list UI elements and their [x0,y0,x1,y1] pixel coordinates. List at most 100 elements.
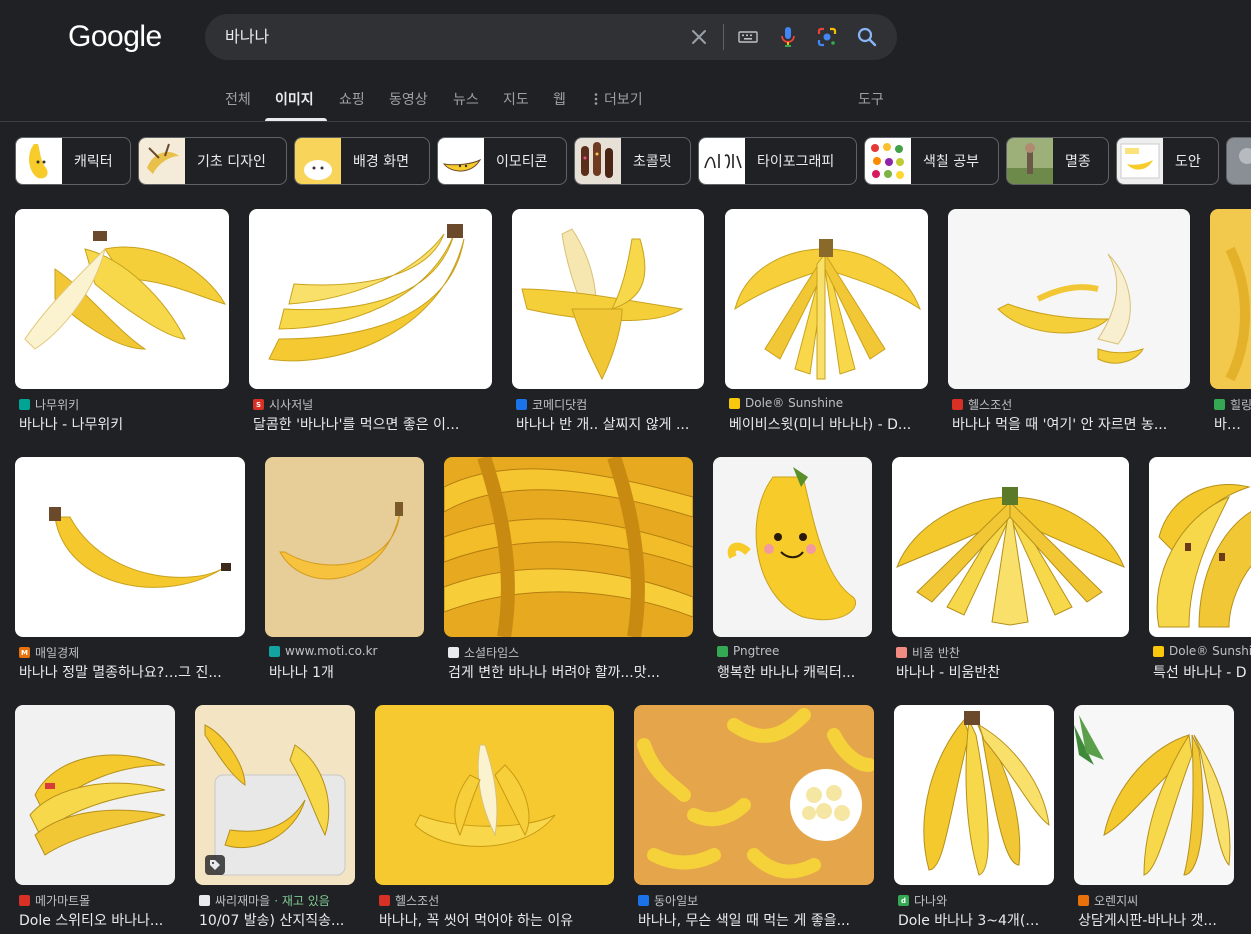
chip-pattern[interactable]: 도안 [1116,137,1219,185]
close-icon[interactable] [687,25,711,49]
result-thumbnail[interactable] [725,209,928,389]
chip-partial[interactable] [1226,137,1251,185]
chip-chocolate[interactable]: 초콜릿 [574,137,691,185]
result-title[interactable]: 바나나 반 개.. 살찌지 않게 ... [516,414,700,434]
result-source[interactable]: 힐링 [1214,396,1251,413]
tab-maps[interactable]: 지도 [503,82,529,120]
result-title[interactable]: 바나나 1개 [269,662,420,682]
result-title[interactable]: 바나나 먹을 때 '여기' 안 자르면 농... [952,414,1186,434]
result-thumbnail[interactable] [249,209,492,389]
result-source[interactable]: 소셜타임스 [448,644,519,661]
result-source[interactable]: S 시사저널 [253,396,313,413]
result-thumbnail[interactable] [195,705,355,885]
lens-icon[interactable] [815,25,839,49]
favicon-icon [952,399,963,410]
result-thumbnail[interactable] [265,457,424,637]
chip-emoticon[interactable]: 이모티콘 [437,137,567,185]
favicon-icon [717,645,728,657]
result-title[interactable]: 검게 변한 바나나 버려야 할까...맛... [448,662,689,682]
chip-extinction[interactable]: 멸종 [1006,137,1109,185]
result-title[interactable]: 바나나 - 나무위키 [19,414,225,434]
result-source[interactable]: 싸리재마을 · 재고 있음 [199,892,330,909]
result-source[interactable]: www.moti.co.kr [269,644,377,658]
result-title[interactable]: 달콤한 '바나나'를 먹으면 좋은 이... [253,414,488,434]
keyboard-icon[interactable] [736,25,760,49]
search-input[interactable] [225,14,665,60]
result-title[interactable]: 행복한 바나나 캐릭터... [717,662,868,682]
result-source[interactable]: M 매일경제 [19,644,79,661]
result-thumbnail[interactable] [15,705,175,885]
chip-wallpaper[interactable]: 배경 화면 [294,137,430,185]
chip-label: 이모티콘 [496,154,548,170]
result-source[interactable]: 코메디닷컴 [516,396,587,413]
result-source[interactable]: Dole® Sunshine [729,396,843,410]
tab-shopping[interactable]: 쇼핑 [339,82,365,120]
chip-coloring[interactable]: 색칠 공부 [864,137,999,185]
tab-images[interactable]: 이미지 [275,82,314,120]
chip-thumbnail [575,138,621,184]
result-thumbnail[interactable] [892,457,1129,637]
tab-news[interactable]: 뉴스 [453,82,479,120]
result-title[interactable]: 바나나 정말 멸종하나요?…그 진... [19,662,241,682]
result-thumbnail[interactable] [1074,705,1234,885]
result-source[interactable]: d 다나와 [898,892,947,909]
chip-character[interactable]: 캐릭터 [15,137,131,185]
result-title[interactable]: Dole 바나나 3~4개(송... [898,910,1050,930]
result-source[interactable]: 오렌지씨 [1078,892,1138,909]
result-source[interactable]: 헬스조선 [379,892,439,909]
favicon-icon [638,895,649,906]
result-thumbnail[interactable] [634,705,874,885]
tab-web[interactable]: 웹 [553,82,566,120]
result-source[interactable]: Pngtree [717,644,779,658]
result-source[interactable]: Dole® Sunshine [1153,644,1251,658]
result-title[interactable]: 바나나, 무슨 색일 때 먹는 게 좋을... [638,910,870,930]
chip-basic-design[interactable]: 기초 디자인 [138,137,287,185]
result-source[interactable]: 헬스조선 [952,396,1012,413]
result-title[interactable]: 바나나 [1214,414,1251,434]
result-thumbnail[interactable] [894,705,1054,885]
chip-thumbnail [1227,138,1251,184]
favicon-icon [1214,399,1225,410]
google-logo[interactable]: Google [68,20,162,54]
result-source[interactable]: 메가마트몰 [19,892,90,909]
chip-thumbnail [16,138,62,184]
result-thumbnail[interactable] [512,209,704,389]
chip-thumbnail [139,138,185,184]
search-icon[interactable] [855,25,879,49]
result-thumbnail[interactable] [1149,457,1251,637]
result-source[interactable]: 나무위키 [19,396,79,413]
mic-icon[interactable] [776,25,800,49]
chip-thumbnail [295,138,341,184]
result-thumbnail[interactable] [713,457,872,637]
tools-button[interactable]: 도구 [858,82,884,120]
result-source[interactable]: 비움 반찬 [896,644,960,661]
result-thumbnail[interactable] [1210,209,1251,389]
search-tabs: 전체 이미지 쇼핑 동영상 뉴스 지도 웹 더보기 도구 [0,82,1251,122]
google-images-page: Google 전체 이미지 쇼핑 동영상 뉴스 지도 웹 더보기 도구 [0,0,1251,934]
result-title[interactable]: 10/07 발송) 산지직송... [199,910,351,930]
search-divider [723,24,724,50]
tab-all[interactable]: 전체 [225,82,251,120]
result-title[interactable]: 베이비스윗(미니 바나나) - D... [729,414,924,434]
chip-thumbnail [1007,138,1053,184]
chip-typography[interactable]: 타이포그래피 [698,137,857,185]
result-thumbnail[interactable] [15,209,229,389]
favicon-icon [199,895,210,906]
chip-label: 멸종 [1065,154,1091,170]
result-title[interactable]: 상담게시판-바나나 갯... [1078,910,1230,930]
result-source[interactable]: 동아일보 [638,892,698,909]
tab-more[interactable]: 더보기 [593,82,643,120]
favicon-icon [379,895,390,906]
tab-videos[interactable]: 동영상 [389,82,428,120]
result-thumbnail[interactable] [375,705,614,885]
chip-label: 배경 화면 [353,154,409,170]
result-thumbnail[interactable] [948,209,1190,389]
favicon-icon: M [19,647,30,658]
result-thumbnail[interactable] [15,457,245,637]
chip-label: 초콜릿 [633,154,672,170]
result-title[interactable]: 바나나, 꼭 씻어 먹어야 하는 이유 [379,910,610,930]
result-title[interactable]: 특선 바나나 - D [1153,662,1251,682]
result-title[interactable]: Dole 스위티오 바나나... [19,910,171,930]
result-thumbnail[interactable] [444,457,693,637]
result-title[interactable]: 바나나 - 비움반찬 [896,662,1125,682]
